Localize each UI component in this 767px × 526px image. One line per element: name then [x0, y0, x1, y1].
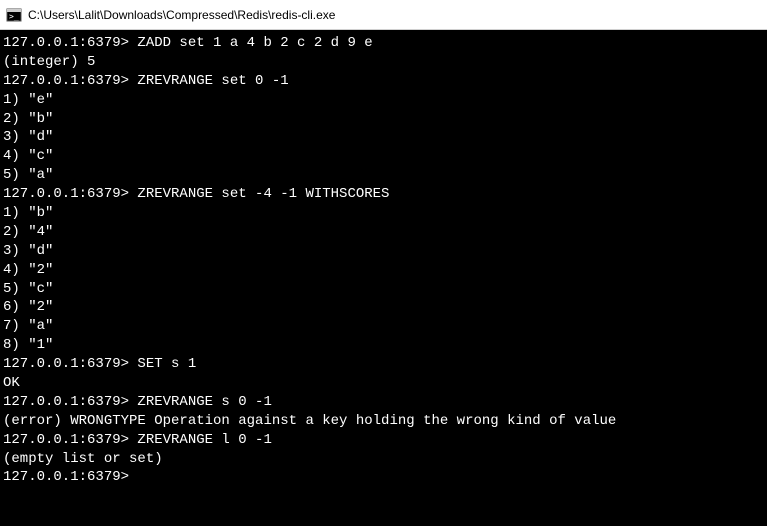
terminal-output[interactable]: 127.0.0.1:6379> ZADD set 1 a 4 b 2 c 2 d…	[0, 30, 767, 526]
window-title: C:\Users\Lalit\Downloads\Compressed\Redi…	[28, 8, 335, 22]
output-line: 5) "c"	[3, 280, 764, 299]
output-line: 1) "b"	[3, 204, 764, 223]
output-line: (empty list or set)	[3, 450, 764, 469]
output-line: 1) "e"	[3, 91, 764, 110]
output-line: 4) "c"	[3, 147, 764, 166]
command-line: 127.0.0.1:6379> ZREVRANGE set 0 -1	[3, 72, 764, 91]
output-line: 6) "2"	[3, 298, 764, 317]
command-line: 127.0.0.1:6379> SET s 1	[3, 355, 764, 374]
output-line: OK	[3, 374, 764, 393]
output-line: 3) "d"	[3, 128, 764, 147]
command-line: 127.0.0.1:6379>	[3, 468, 764, 487]
output-line: (error) WRONGTYPE Operation against a ke…	[3, 412, 764, 431]
command-line: 127.0.0.1:6379> ZADD set 1 a 4 b 2 c 2 d…	[3, 34, 764, 53]
output-line: 3) "d"	[3, 242, 764, 261]
output-line: 5) "a"	[3, 166, 764, 185]
command-line: 127.0.0.1:6379> ZREVRANGE l 0 -1	[3, 431, 764, 450]
svg-text:>_: >_	[9, 12, 19, 21]
output-line: 2) "4"	[3, 223, 764, 242]
command-line: 127.0.0.1:6379> ZREVRANGE s 0 -1	[3, 393, 764, 412]
output-line: 7) "a"	[3, 317, 764, 336]
output-line: (integer) 5	[3, 53, 764, 72]
window-titlebar: >_ C:\Users\Lalit\Downloads\Compressed\R…	[0, 0, 767, 30]
output-line: 2) "b"	[3, 110, 764, 129]
terminal-icon: >_	[6, 7, 22, 23]
output-line: 4) "2"	[3, 261, 764, 280]
command-line: 127.0.0.1:6379> ZREVRANGE set -4 -1 WITH…	[3, 185, 764, 204]
output-line: 8) "1"	[3, 336, 764, 355]
